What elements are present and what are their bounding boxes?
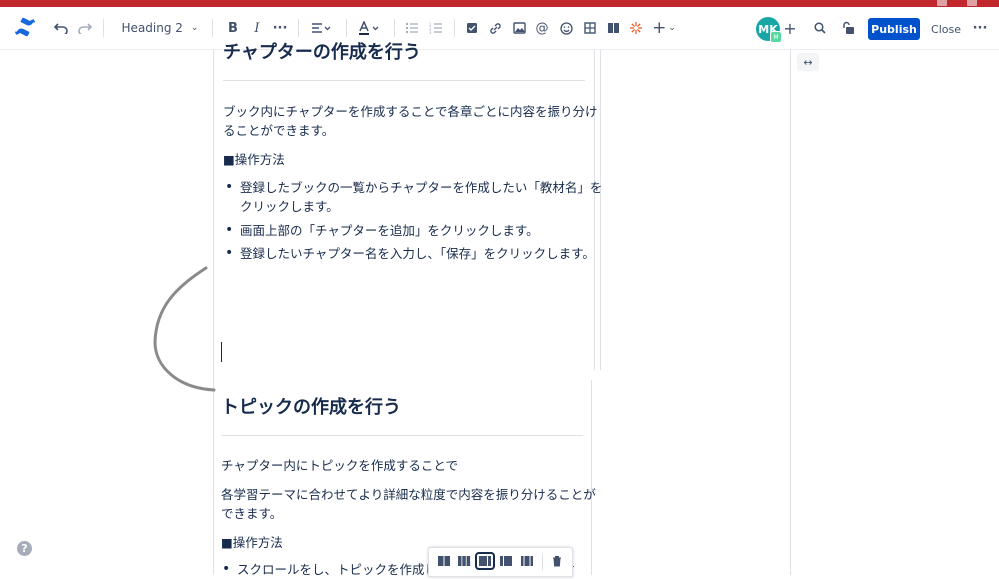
list-item-text: 登録したブックの一覧からチャプターを作成したい「教材名」を xyxy=(240,180,603,195)
text-style-label: Heading 2 xyxy=(121,21,183,35)
list-item: 登録したブックの一覧からチャプターを作成したい「教材名」を クリックします。 xyxy=(222,178,602,216)
paragraph: ることができます。 xyxy=(223,123,335,138)
bold-icon[interactable]: B xyxy=(226,17,240,39)
close-button[interactable]: Close xyxy=(929,18,963,40)
list-item-text: 画面上部の「チャプターを追加」をクリックします。 xyxy=(240,223,539,238)
divider xyxy=(221,435,583,436)
confluence-logo-icon[interactable] xyxy=(14,16,36,38)
link-icon[interactable] xyxy=(487,17,503,39)
table-icon[interactable] xyxy=(582,17,598,39)
avatar-badge-label: M xyxy=(773,33,779,41)
layouts-icon[interactable] xyxy=(605,17,621,39)
paragraph: ブック内にチャプターを作成することで各章ごとに内容を振り分け xyxy=(223,104,598,119)
emoji-icon[interactable] xyxy=(558,17,574,39)
help-icon[interactable]: ? xyxy=(17,541,32,556)
list-item: 登録したいチャプター名を入力し、「保存」をクリックします。 xyxy=(222,244,595,263)
toolbar-divider xyxy=(212,19,213,37)
toolbar-divider xyxy=(346,19,347,37)
paragraph: できます。 xyxy=(221,506,283,521)
invite-plus-icon[interactable]: + xyxy=(782,17,798,39)
three-columns-icon[interactable] xyxy=(456,554,472,568)
action-item-icon[interactable] xyxy=(464,17,480,39)
operation-label: ■操作方法 xyxy=(221,535,283,550)
list-item: 画面上部の「チャプターを追加」をクリックします。 xyxy=(222,221,539,240)
browser-top-strip xyxy=(0,0,999,7)
toolbar-divider xyxy=(454,19,455,37)
chevron-down-icon: ⌄ xyxy=(190,23,199,33)
image-icon[interactable] xyxy=(511,17,527,39)
two-columns-icon[interactable] xyxy=(436,554,452,568)
section-heading: チャプターの作成を行う xyxy=(223,42,421,63)
three-columns-sidebars-icon[interactable] xyxy=(519,554,535,568)
toolbar-divider xyxy=(542,554,543,570)
search-icon[interactable] xyxy=(812,17,828,39)
more-options-icon[interactable]: ··· xyxy=(972,17,988,39)
left-sidebar-layout-icon[interactable] xyxy=(498,554,514,568)
italic-icon[interactable]: I xyxy=(250,17,264,39)
divider xyxy=(223,80,585,81)
list-item-text: クリックします。 xyxy=(240,199,339,214)
more-formatting-icon[interactable]: ··· xyxy=(272,17,288,39)
paragraph: 各学習テーマに合わせてより詳細な粒度で内容を振り分けることが xyxy=(221,487,596,502)
mention-icon[interactable]: @ xyxy=(534,17,550,39)
section-heading: トピックの作成を行う xyxy=(221,397,401,418)
ai-sparkle-icon[interactable] xyxy=(628,17,644,39)
editor-toolbar: Heading 2 ⌄ B I ··· 123 @ + ⌄ MK M + Pub… xyxy=(0,7,999,50)
account-icon xyxy=(967,0,977,6)
toolbar-divider xyxy=(298,19,299,37)
redo-icon[interactable] xyxy=(76,17,94,39)
operation-label: ■操作方法 xyxy=(223,152,285,167)
notification-icon xyxy=(937,0,947,6)
restrictions-lock-icon[interactable] xyxy=(840,17,856,39)
page-width-border xyxy=(790,50,791,575)
handdrawn-curve-annotation xyxy=(153,266,216,392)
svg-text:3: 3 xyxy=(429,30,432,34)
numbered-list-icon[interactable]: 123 xyxy=(428,17,444,39)
text-cursor xyxy=(221,342,222,362)
expand-width-icon[interactable]: ↔ xyxy=(797,53,819,71)
alignment-icon[interactable] xyxy=(308,17,334,39)
list-item-text: 登録したいチャプター名を入力し、「保存」をクリックします。 xyxy=(240,246,595,261)
text-style-dropdown[interactable]: Heading 2 ⌄ xyxy=(120,17,200,39)
publish-button[interactable]: Publish xyxy=(868,18,920,40)
layout-options-toolbar xyxy=(428,547,573,577)
text-color-icon[interactable] xyxy=(356,17,382,39)
undo-icon[interactable] xyxy=(52,17,70,39)
layout-column-border-mid-lower xyxy=(591,380,592,575)
right-sidebar-layout-icon[interactable] xyxy=(475,552,495,570)
delete-layout-icon[interactable] xyxy=(549,554,565,568)
insert-more-icon[interactable]: + ⌄ xyxy=(651,17,677,39)
paragraph: チャプター内にトピックを作成することで xyxy=(221,458,459,473)
toolbar-divider xyxy=(103,19,104,37)
bullet-list-icon[interactable] xyxy=(404,17,420,39)
toolbar-divider xyxy=(394,19,395,37)
avatar-badge: M xyxy=(770,31,782,43)
